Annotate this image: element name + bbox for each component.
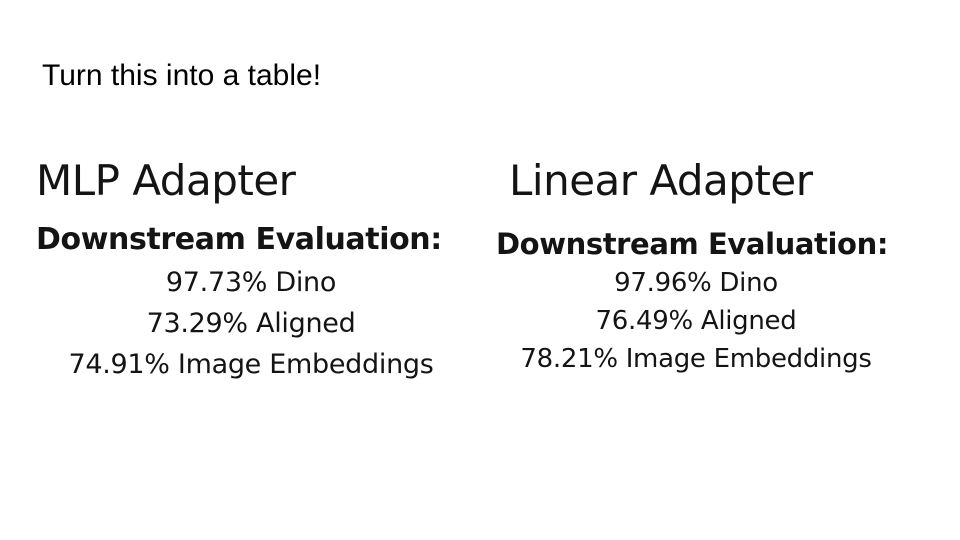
metric-dino: 97.73% Dino bbox=[165, 267, 337, 298]
metrics-list: 97.73% Dino 73.29% Aligned 74.91% Image … bbox=[36, 262, 466, 385]
downstream-evaluation-heading: Downstream Evaluation: bbox=[36, 222, 442, 257]
linear-adapter-panel: Linear Adapter Downstream Evaluation: 97… bbox=[496, 154, 916, 378]
metric-aligned: 73.29% Aligned bbox=[146, 308, 356, 339]
metrics-list: 97.96% Dino 76.49% Aligned 78.21% Image … bbox=[496, 264, 896, 378]
panel-title-linear-adapter: Linear Adapter bbox=[509, 156, 813, 205]
metric-dino: 97.96% Dino bbox=[614, 268, 778, 298]
panel-title-mlp-adapter: MLP Adapter bbox=[36, 156, 296, 205]
slide-title: Turn this into a table! bbox=[42, 59, 322, 92]
mlp-adapter-panel: MLP Adapter Downstream Evaluation: 97.73… bbox=[36, 154, 476, 385]
metric-aligned: 76.49% Aligned bbox=[595, 306, 797, 336]
metric-image-embeddings: 74.91% Image Embeddings bbox=[68, 349, 434, 380]
downstream-evaluation-heading: Downstream Evaluation: bbox=[496, 227, 889, 261]
metric-image-embeddings: 78.21% Image Embeddings bbox=[520, 344, 872, 374]
